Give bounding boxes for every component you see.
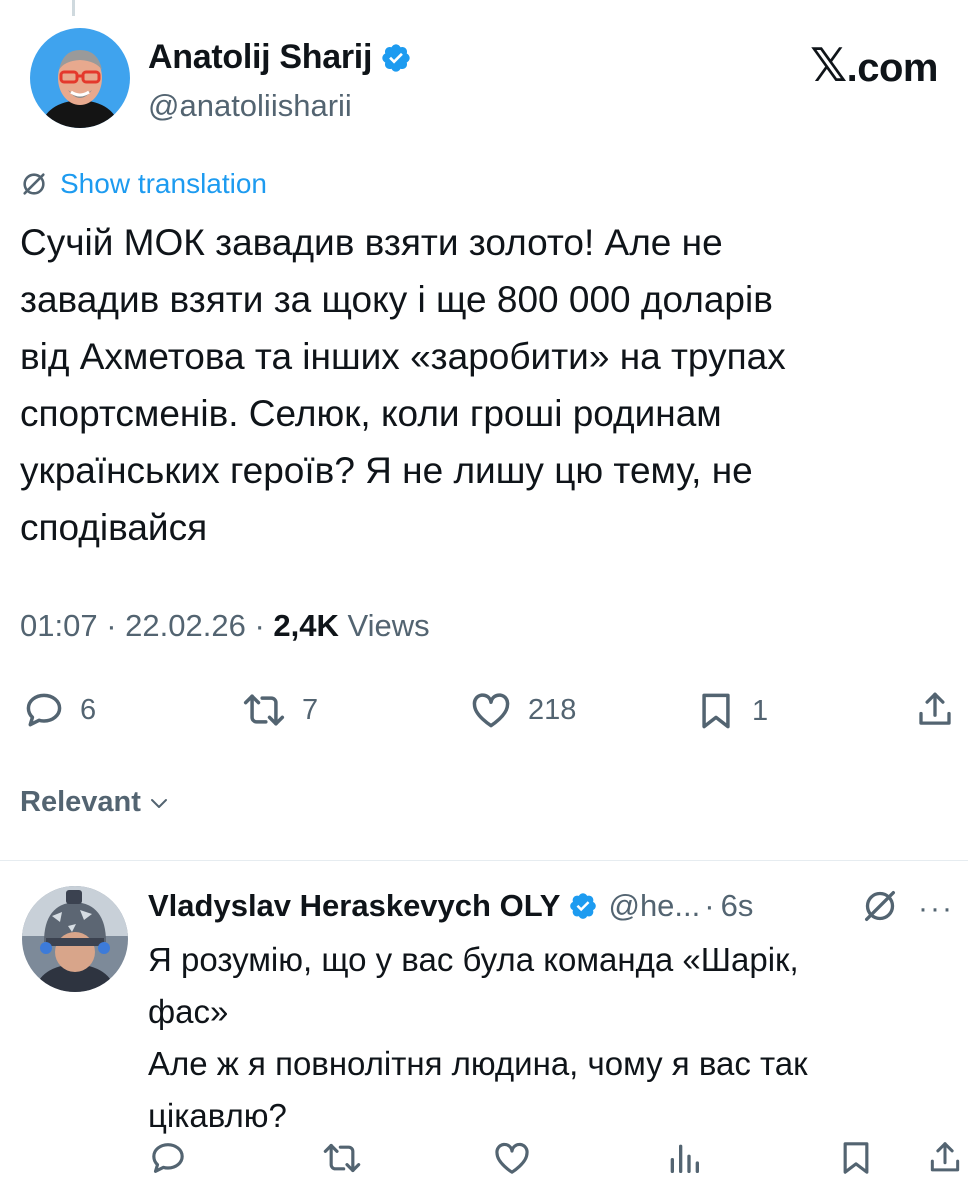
verified-badge-icon — [568, 891, 598, 921]
share-icon — [914, 688, 956, 732]
like-button[interactable]: 218 — [468, 688, 576, 732]
reply-views-button[interactable] — [664, 1138, 704, 1178]
repost-button[interactable]: 7 — [240, 688, 318, 732]
chevron-down-icon — [147, 791, 171, 815]
translate-icon — [20, 170, 48, 198]
bookmark-count: 1 — [752, 694, 769, 727]
heart-icon — [492, 1138, 532, 1178]
more-options-button[interactable]: ··· — [918, 892, 954, 926]
x-logo-icon: 𝕏 — [810, 38, 847, 92]
brand-domain: .com — [846, 46, 939, 90]
brand-logo: 𝕏.com — [810, 38, 938, 92]
share-icon — [926, 1138, 964, 1178]
reply-share-button[interactable] — [926, 1138, 964, 1178]
bookmark-icon — [836, 1138, 876, 1178]
author-name[interactable]: Anatolij Sharij — [148, 38, 412, 77]
heart-icon — [468, 688, 514, 732]
views-chart-icon — [664, 1138, 704, 1178]
verified-badge-icon — [380, 42, 412, 74]
reply-repost-button[interactable] — [320, 1138, 364, 1178]
tweet-meta: 01:07 · 22.02.26 · 2,4K Views — [20, 608, 430, 643]
views-count: 2,4K — [273, 608, 339, 643]
reply-button[interactable]: 6 — [22, 688, 96, 732]
reply-count: 6 — [80, 693, 97, 726]
reply-icon — [148, 1138, 188, 1178]
show-translation-label: Show translation — [60, 168, 268, 199]
repost-count: 7 — [302, 693, 319, 726]
repost-icon — [240, 688, 288, 732]
reply-like-button[interactable] — [492, 1138, 532, 1178]
tweet-text: Сучій МОК завадив взяти золото! Але не з… — [20, 222, 786, 548]
reply-text: Я розумію, що у вас була команда «Шарік,… — [148, 941, 808, 1134]
reply-bookmark-button[interactable] — [836, 1138, 876, 1178]
sort-relevant-dropdown[interactable]: Relevant — [20, 786, 171, 819]
repost-icon — [320, 1138, 364, 1178]
reply-timestamp[interactable]: 6s — [721, 888, 754, 924]
author-name-text: Anatolij Sharij — [148, 38, 373, 76]
reply-separator: · — [704, 888, 715, 923]
like-count: 218 — [528, 693, 577, 726]
tweet-date[interactable]: 22.02.26 — [125, 608, 246, 643]
author-handle[interactable]: @anatoliisharii — [148, 88, 352, 124]
views-label: Views — [347, 608, 430, 643]
bookmark-button[interactable]: 1 — [694, 688, 768, 734]
grok-icon[interactable] — [860, 886, 900, 926]
reply-header: Vladyslav Heraskevych OLY @he... · 6s — [148, 888, 753, 924]
bookmark-icon — [694, 688, 738, 734]
show-translation-button[interactable]: Show translation — [20, 168, 267, 200]
author-avatar[interactable] — [30, 28, 130, 128]
divider — [0, 860, 968, 861]
reply-author-avatar[interactable] — [22, 886, 128, 992]
tweet-time[interactable]: 01:07 — [20, 608, 98, 643]
reply-reply-button[interactable] — [148, 1138, 188, 1178]
thread-line — [72, 0, 75, 16]
reply-author-name[interactable]: Vladyslav Heraskevych OLY — [148, 888, 560, 924]
share-button[interactable] — [914, 688, 956, 732]
sort-label: Relevant — [20, 786, 141, 818]
reply-author-handle[interactable]: @he... — [608, 888, 700, 924]
reply-icon — [22, 688, 66, 732]
